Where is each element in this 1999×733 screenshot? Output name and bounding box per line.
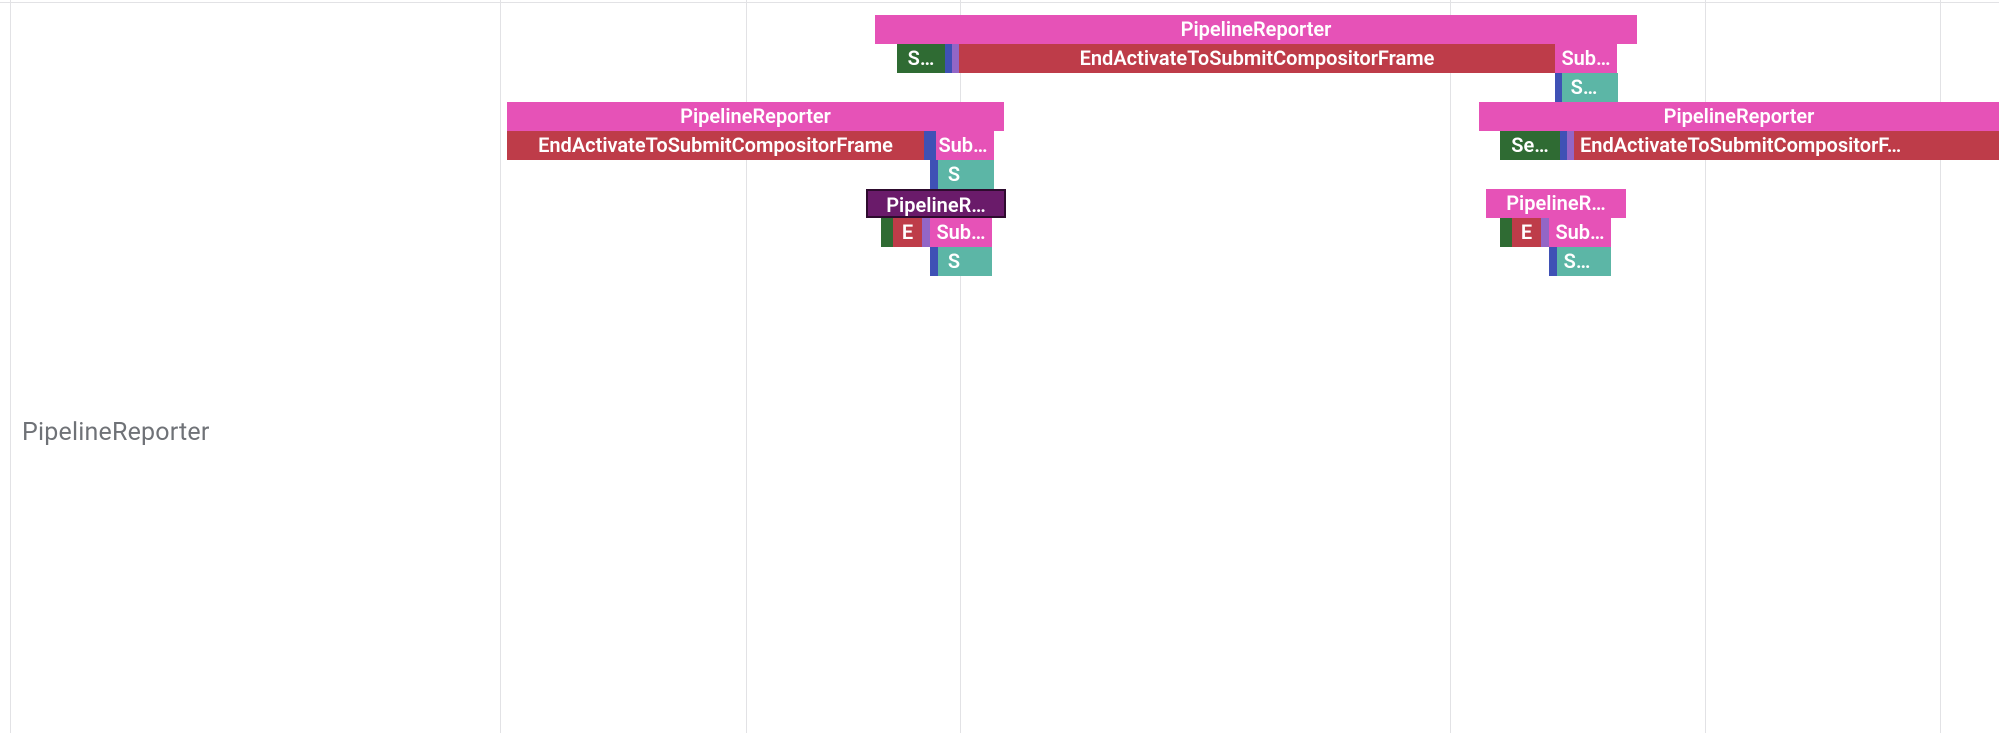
trace-slice[interactable]: E: [1512, 218, 1541, 247]
trace-slice[interactable]: [1606, 73, 1618, 102]
trace-slice[interactable]: Sub…: [1549, 218, 1611, 247]
gridline: [1450, 0, 1451, 733]
trace-slice[interactable]: EndActivateToSubmitCompositorFrame: [959, 44, 1555, 73]
trace-slice[interactable]: Sub…: [930, 218, 992, 247]
trace-slice[interactable]: PipelineReporter: [507, 102, 1004, 131]
trace-slice[interactable]: [924, 131, 936, 160]
gridline: [500, 0, 501, 733]
trace-slice[interactable]: S: [938, 247, 970, 276]
trace-slice[interactable]: EndActivateToSubmitCompositorF…: [1574, 131, 1999, 160]
trace-slice[interactable]: [881, 218, 893, 247]
trace-slice[interactable]: [1597, 247, 1611, 276]
trace-viewport[interactable]: PipelineReporterS…EndActivateToSubmitCom…: [0, 0, 1999, 733]
trace-slice[interactable]: Sub…: [1555, 44, 1617, 73]
trace-slice[interactable]: PipelineReporter: [1479, 102, 1999, 131]
trace-slice[interactable]: PipelineR…: [1486, 189, 1626, 218]
trace-slice[interactable]: PipelineR…: [866, 189, 1006, 218]
trace-slice[interactable]: EndActivateToSubmitCompositorFrame: [507, 131, 924, 160]
trace-slice[interactable]: PipelineReporter: [875, 15, 1637, 44]
trace-slice[interactable]: S…: [897, 44, 945, 73]
track-label[interactable]: PipelineReporter: [22, 418, 210, 447]
trace-slice[interactable]: S: [938, 160, 970, 189]
trace-slice[interactable]: [970, 160, 994, 189]
trace-slice[interactable]: [970, 247, 992, 276]
trace-slice[interactable]: Se…: [1500, 131, 1560, 160]
gridline: [10, 0, 11, 733]
row-divider: [0, 2, 1999, 3]
trace-slice[interactable]: S…: [1557, 247, 1597, 276]
trace-slice[interactable]: S…: [1562, 73, 1606, 102]
trace-slice[interactable]: E: [893, 218, 922, 247]
trace-slice[interactable]: Sub…: [932, 131, 994, 160]
trace-slice[interactable]: [1500, 218, 1512, 247]
